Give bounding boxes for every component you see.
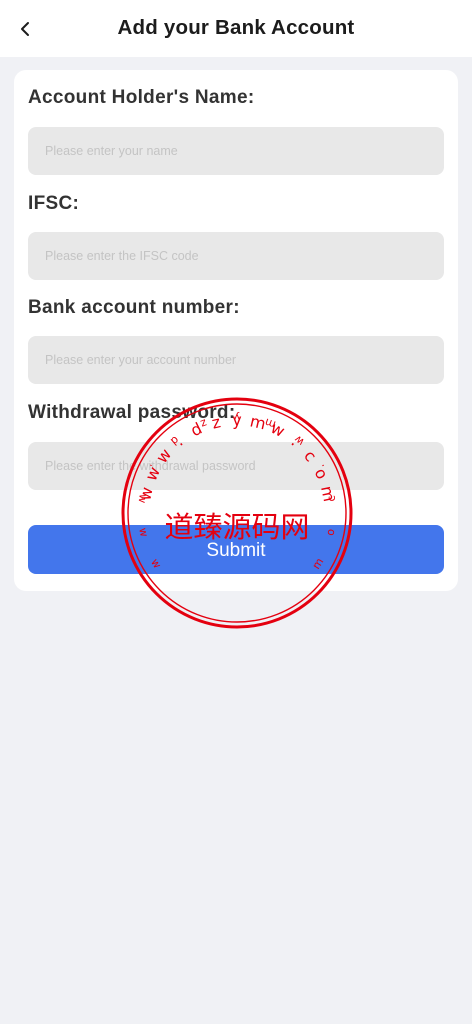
submit-button[interactable]: Submit [28,525,444,574]
ifsc-label: IFSC: [28,193,80,214]
ifsc-input[interactable] [28,232,444,280]
holder-name-label: Account Holder's Name: [28,87,255,108]
withdrawal-password-label: Withdrawal password: [28,402,236,423]
withdrawal-password-input[interactable] [28,442,444,490]
holder-name-input[interactable] [28,127,444,175]
bank-account-form: Account Holder's Name: IFSC: Bank accoun… [14,70,458,591]
header-bar: Add your Bank Account [0,0,472,57]
account-number-label: Bank account number: [28,297,240,318]
account-number-input[interactable] [28,336,444,384]
page-title: Add your Bank Account [117,16,355,39]
